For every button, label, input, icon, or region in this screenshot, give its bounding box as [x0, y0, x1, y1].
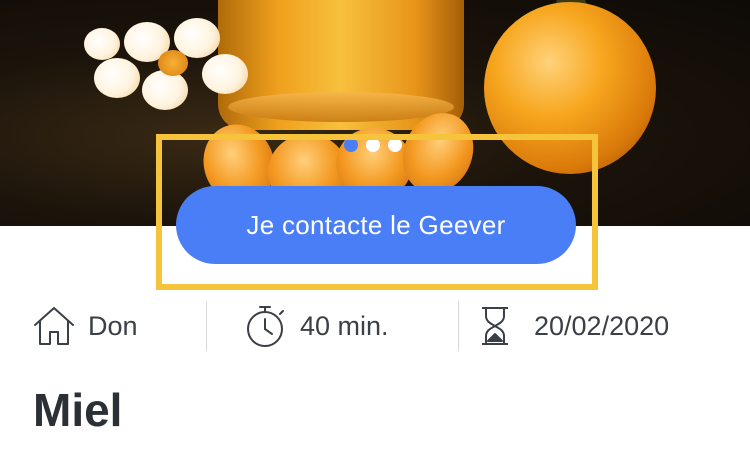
carousel-dot[interactable]: [388, 138, 402, 152]
info-type: Don: [32, 300, 138, 352]
carousel-dot-active[interactable]: [344, 138, 358, 152]
info-type-label: Don: [88, 310, 138, 341]
carousel-dot[interactable]: [366, 138, 380, 152]
flower-shape: [84, 14, 264, 114]
info-duration-label: 40 min.: [300, 310, 389, 341]
info-date: 20/02/2020: [478, 300, 669, 352]
item-title: Miel: [33, 384, 123, 436]
stopwatch-icon: [244, 303, 286, 349]
contact-geever-button[interactable]: Je contacte le Geever: [176, 186, 576, 264]
carousel-pagination[interactable]: [344, 138, 402, 152]
info-date-label: 20/02/2020: [534, 310, 670, 341]
divider: [458, 301, 459, 351]
info-row: Don 40 min. 20/02/2020: [0, 300, 750, 352]
hourglass-icon: [478, 304, 512, 348]
orange-fruit-shape: [484, 2, 656, 174]
house-icon: [32, 304, 76, 348]
divider: [206, 301, 207, 351]
info-duration: 40 min.: [244, 300, 389, 352]
